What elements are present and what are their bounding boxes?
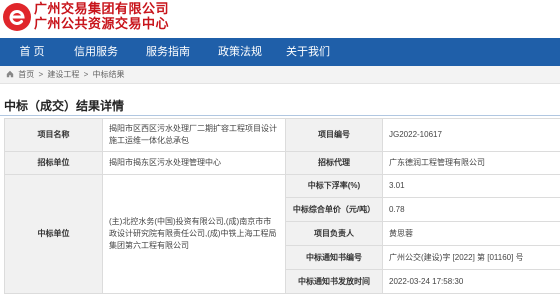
project-manager-label: 项目负责人 — [285, 221, 383, 246]
project-manager-value: 黄思蓉 — [382, 221, 560, 246]
agent-label: 招标代理 — [285, 151, 383, 175]
breadcrumb-construction[interactable]: 建设工程 — [47, 70, 79, 79]
breadcrumb: 首页 > 建设工程 > 中标结果 — [0, 66, 560, 84]
tenderer-value: 揭阳市揭东区污水处理管理中心 — [102, 151, 286, 175]
notice-date-value: 2022-03-24 17:58:30 — [382, 269, 560, 294]
down-rate-value: 3.01 — [382, 174, 560, 198]
winner-value: (主)北控水务(中国)投资有限公司,(成)南京市市政设计研究院有限责任公司,(成… — [102, 174, 286, 294]
winner-label: 中标单位 — [4, 174, 103, 294]
nav-item-home[interactable]: 首 页 — [10, 38, 54, 66]
notice-date-label: 中标通知书发放时间 — [285, 269, 383, 294]
project-name-label: 项目名称 — [4, 118, 103, 152]
breadcrumb-separator: > — [83, 70, 89, 79]
title-divider — [0, 115, 560, 116]
page-title: 中标（成交）结果详情 — [4, 99, 125, 113]
notice-number-value: 广州公交(建设)字 [2022] 第 [01160] 号 — [382, 245, 560, 270]
brand-line-1: 广州交易集团有限公司 — [34, 2, 170, 17]
nav-item-about[interactable]: 关于我们 — [280, 38, 336, 66]
nav-item-credit[interactable]: 信用服务 — [68, 38, 124, 66]
site-header: 广州交易集团有限公司 广州公共资源交易中心 — [0, 0, 560, 38]
brand-title[interactable]: 广州交易集团有限公司 广州公共资源交易中心 — [34, 2, 169, 32]
table-row: 中标单位 (主)北控水务(中国)投资有限公司,(成)南京市市政设计研究院有限责任… — [4, 174, 560, 294]
unit-price-label: 中标综合单价（元/吨） — [285, 197, 383, 222]
notice-number-label: 中标通知书编号 — [285, 245, 383, 270]
nav-item-guide[interactable]: 服务指南 — [140, 38, 196, 66]
down-rate-label: 中标下浮率(%) — [285, 174, 383, 198]
nav-item-policy[interactable]: 政策法规 — [212, 38, 268, 66]
project-code-value: JG2022-10617 — [382, 118, 560, 152]
project-name-value: 揭阳市区西区污水处理厂二期扩容工程项目设计施工运维一体化总承包 — [102, 118, 286, 152]
gzgroup-e-logo-icon[interactable] — [3, 3, 31, 31]
brand-line-2: 广州公共资源交易中心 — [34, 17, 170, 32]
result-detail-table: 项目名称 揭阳市区西区污水处理厂二期扩容工程项目设计施工运维一体化总承包 项目编… — [4, 118, 560, 294]
table-row: 项目名称 揭阳市区西区污水处理厂二期扩容工程项目设计施工运维一体化总承包 项目编… — [4, 118, 560, 152]
agent-value: 广东德润工程管理有限公司 — [382, 151, 560, 175]
tenderer-label: 招标单位 — [4, 151, 103, 175]
table-row: 招标单位 揭阳市揭东区污水处理管理中心 招标代理 广东德润工程管理有限公司 — [4, 151, 560, 175]
breadcrumb-separator: > — [38, 70, 44, 79]
breadcrumb-home[interactable]: 首页 — [18, 70, 34, 79]
home-icon[interactable] — [6, 67, 14, 78]
breadcrumb-current: 中标结果 — [92, 70, 125, 79]
unit-price-value: 0.78 — [382, 197, 560, 222]
project-code-label: 项目编号 — [285, 118, 383, 152]
main-nav: 首 页 信用服务 服务指南 政策法规 关于我们 — [0, 38, 560, 66]
